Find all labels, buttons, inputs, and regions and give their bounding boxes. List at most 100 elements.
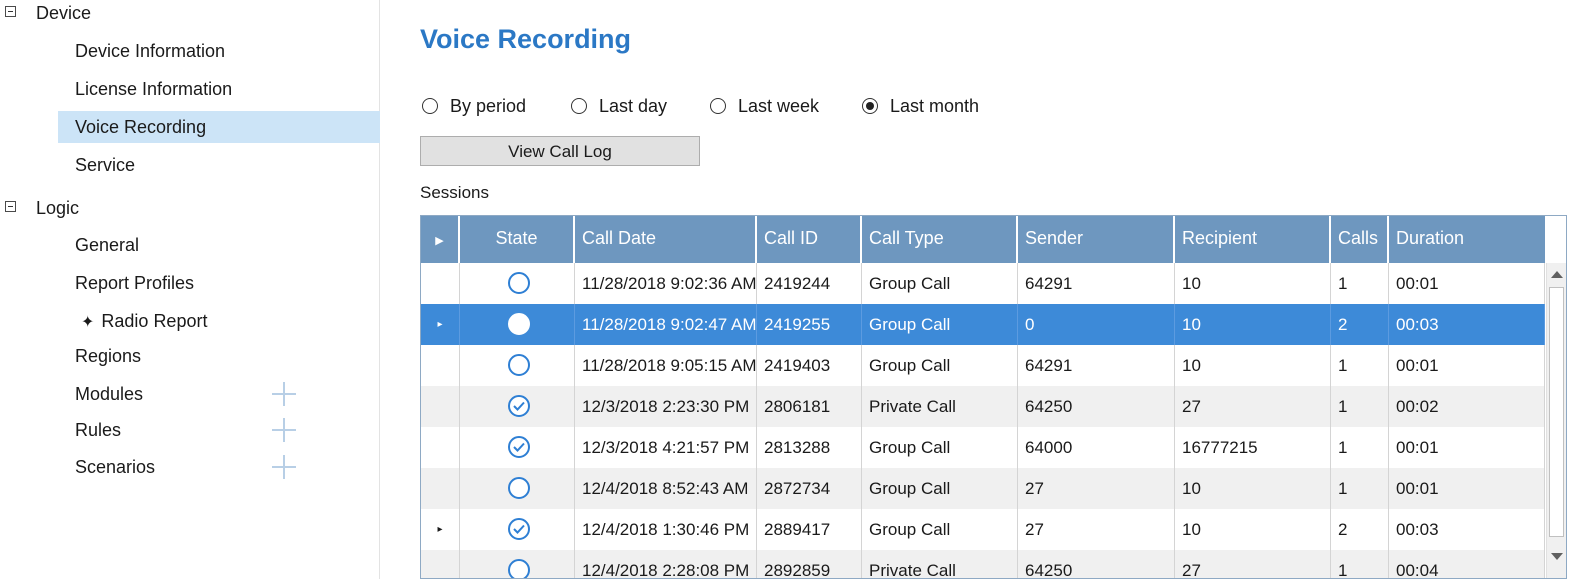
- check-circle-icon: [508, 518, 530, 540]
- state-cell: [460, 345, 575, 386]
- column-header-call-id[interactable]: Call ID: [757, 216, 862, 263]
- sidebar-item-general[interactable]: General: [58, 229, 380, 261]
- sidebar: Device Device Information License Inform…: [0, 0, 380, 579]
- add-scenario-plus-icon[interactable]: [272, 455, 296, 479]
- empty-circle-icon: [508, 477, 530, 499]
- call-type-cell: Group Call: [862, 263, 1018, 304]
- check-circle-icon: [508, 436, 530, 458]
- call-type-cell: Group Call: [862, 304, 1018, 345]
- add-module-plus-icon[interactable]: [272, 382, 296, 406]
- table-row[interactable]: 12/4/2018 8:52:43 AM 2872734 Group Call 27 1…: [421, 468, 1545, 509]
- sender-cell: 64000: [1018, 427, 1175, 468]
- tree-group-label: Logic: [36, 198, 80, 218]
- call-type-cell: Private Call: [862, 550, 1018, 578]
- recipient-cell: 10: [1175, 263, 1331, 304]
- row-indicator: [421, 345, 460, 386]
- scroll-down-icon[interactable]: [1551, 553, 1563, 560]
- call-type-cell: Group Call: [862, 345, 1018, 386]
- call-id-cell: 2889417: [757, 509, 862, 550]
- sidebar-item-voice-recording[interactable]: Voice Recording: [58, 111, 380, 143]
- empty-circle-icon: [508, 354, 530, 376]
- recipient-cell: 10: [1175, 468, 1331, 509]
- state-cell: [460, 263, 575, 304]
- table-row[interactable]: ▸ 11/28/2018 9:02:47 AM 2419255 Group Call 0…: [421, 304, 1545, 345]
- scroll-thumb[interactable]: [1549, 287, 1564, 537]
- table-row[interactable]: 11/28/2018 9:02:36 AM 2419244 Group Call 64…: [421, 263, 1545, 304]
- column-header-calls[interactable]: Calls: [1331, 216, 1389, 263]
- radio-label: Last month: [890, 96, 980, 116]
- sender-cell: 64250: [1018, 386, 1175, 427]
- state-cell: [460, 427, 575, 468]
- calls-cell: 1: [1331, 263, 1389, 304]
- table-row[interactable]: 11/28/2018 9:05:15 AM 2419403 Group Call 64…: [421, 345, 1545, 386]
- duration-cell: 00:01: [1389, 345, 1545, 386]
- empty-circle-icon: [508, 559, 530, 578]
- state-cell: [460, 304, 575, 345]
- calls-cell: 1: [1331, 345, 1389, 386]
- call-id-cell: 2419403: [757, 345, 862, 386]
- call-id-cell: 2813288: [757, 427, 862, 468]
- recipient-cell: 27: [1175, 386, 1331, 427]
- calls-cell: 1: [1331, 468, 1389, 509]
- sidebar-item-scenarios[interactable]: Scenarios: [58, 451, 380, 483]
- sidebar-item-license-information[interactable]: License Information: [58, 73, 380, 105]
- call-type-cell: Group Call: [862, 468, 1018, 509]
- call-id-cell: 2892859: [757, 550, 862, 578]
- table-row[interactable]: 12/4/2018 2:28:08 PM 2892859 Private Call 6…: [421, 550, 1545, 578]
- sidebar-item-label: Report Profiles: [75, 273, 195, 293]
- row-indicator: [421, 550, 460, 578]
- call-date-cell: 11/28/2018 9:02:47 AM: [575, 304, 757, 345]
- radio-button[interactable]: [710, 98, 726, 114]
- empty-circle-icon: [508, 272, 530, 294]
- calls-cell: 1: [1331, 386, 1389, 427]
- row-selector-header[interactable]: ▶: [421, 216, 460, 263]
- sidebar-item-regions[interactable]: Regions: [58, 340, 380, 372]
- tree-group-device[interactable]: Device: [0, 0, 380, 28]
- column-header-call-date[interactable]: Call Date: [575, 216, 757, 263]
- call-id-cell: 2806181: [757, 386, 862, 427]
- sidebar-item-radio-report[interactable]: ✦ Radio Report: [58, 305, 380, 337]
- star-icon: ✦: [81, 314, 95, 331]
- main-panel: Voice Recording By period Last day Last …: [381, 0, 1585, 579]
- radio-button[interactable]: [422, 98, 438, 114]
- view-call-log-button[interactable]: View Call Log: [420, 136, 700, 166]
- sidebar-item-label-wrap: ✦ Radio Report: [81, 311, 207, 332]
- call-date-cell: 11/28/2018 9:02:36 AM: [575, 263, 757, 304]
- radio-label: By period: [450, 96, 527, 116]
- sidebar-item-device-information[interactable]: Device Information: [58, 35, 380, 67]
- vertical-scrollbar[interactable]: [1546, 263, 1566, 578]
- call-date-cell: 12/3/2018 2:23:30 PM: [575, 386, 757, 427]
- call-id-cell: 2419255: [757, 304, 862, 345]
- tree-group-logic[interactable]: Logic: [0, 195, 380, 223]
- sidebar-item-report-profiles[interactable]: Report Profiles: [58, 267, 380, 299]
- radio-button[interactable]: [571, 98, 587, 114]
- collapse-icon[interactable]: [5, 201, 16, 212]
- call-type-cell: Group Call: [862, 427, 1018, 468]
- collapse-icon[interactable]: [5, 6, 16, 17]
- state-cell: [460, 386, 575, 427]
- column-header-state[interactable]: State: [460, 216, 575, 263]
- column-header-recipient[interactable]: Recipient: [1175, 216, 1331, 263]
- table-row[interactable]: 12/3/2018 4:21:57 PM 2813288 Group Call 640…: [421, 427, 1545, 468]
- sidebar-item-service[interactable]: Service: [58, 149, 380, 181]
- sender-cell: 27: [1018, 468, 1175, 509]
- table-row[interactable]: 12/3/2018 2:23:30 PM 2806181 Private Call 6…: [421, 386, 1545, 427]
- column-header-call-type[interactable]: Call Type: [862, 216, 1018, 263]
- row-indicator: ▸: [421, 509, 460, 550]
- call-id-cell: 2872734: [757, 468, 862, 509]
- sender-cell: 0: [1018, 304, 1175, 345]
- column-header-duration[interactable]: Duration: [1389, 216, 1545, 263]
- sidebar-item-label: General: [75, 235, 140, 255]
- sidebar-item-modules[interactable]: Modules: [58, 378, 380, 410]
- state-cell: [460, 550, 575, 578]
- table-row[interactable]: ▸ 12/4/2018 1:30:46 PM 2889417 Group Call 27…: [421, 509, 1545, 550]
- radio-button-checked[interactable]: [862, 98, 878, 114]
- row-indicator: [421, 263, 460, 304]
- column-header-sender[interactable]: Sender: [1018, 216, 1175, 263]
- sessions-grid[interactable]: ▶ State Call Date Call ID Call Type Send…: [420, 215, 1567, 579]
- sender-cell: 27: [1018, 509, 1175, 550]
- scroll-up-icon[interactable]: [1551, 271, 1563, 278]
- calls-cell: 1: [1331, 550, 1389, 578]
- sidebar-item-rules[interactable]: Rules: [58, 414, 380, 446]
- add-rule-plus-icon[interactable]: [272, 418, 296, 442]
